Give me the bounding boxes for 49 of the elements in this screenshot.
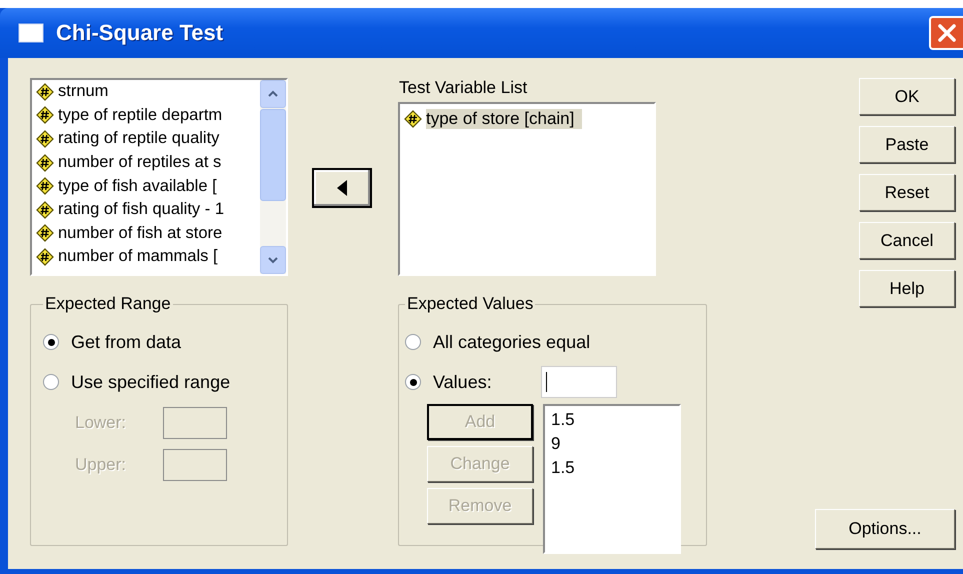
scale-variable-icon <box>36 82 54 101</box>
variable-item[interactable]: rating of fish quality - 1 <box>36 198 260 222</box>
group-title: Expected Values <box>406 294 534 314</box>
radio-button[interactable] <box>43 334 59 350</box>
value-item[interactable]: 1.5 <box>551 456 673 480</box>
variable-item[interactable]: number of mammals [ <box>36 245 260 269</box>
scrollbar[interactable] <box>260 80 286 274</box>
radio-label[interactable]: Use specified range <box>71 372 230 392</box>
radio-button[interactable] <box>405 334 421 350</box>
value-item[interactable]: 9 <box>551 432 673 456</box>
scale-variable-icon <box>36 248 54 266</box>
close-button[interactable] <box>929 16 963 50</box>
chevron-down-icon <box>267 256 279 264</box>
scale-variable-icon <box>36 130 54 148</box>
scale-variable-icon <box>36 106 54 124</box>
dialog-button[interactable]: Help <box>859 270 955 307</box>
radio-button[interactable] <box>43 374 59 390</box>
options-button[interactable]: Options... <box>815 509 955 549</box>
variable-item[interactable]: number of fish at store <box>36 222 260 246</box>
variable-item[interactable]: number of reptiles at s <box>36 150 260 174</box>
input-field[interactable] <box>541 366 617 398</box>
scale-variable-icon <box>36 224 54 242</box>
variable-item[interactable]: type of fish available [ <box>36 174 260 198</box>
scale-variable-icon <box>404 110 422 128</box>
window-icon <box>18 23 44 43</box>
dialog-button[interactable]: OK <box>859 78 955 115</box>
radio-label[interactable]: All categories equal <box>433 332 590 352</box>
scale-variable-icon <box>36 154 54 172</box>
window-title: Chi-Square Test <box>56 20 224 46</box>
field-label: Upper: <box>75 455 128 475</box>
radio-label[interactable]: Values: <box>433 372 541 392</box>
radio-label[interactable]: Get from data <box>71 332 182 352</box>
field-label: Lower: <box>75 413 128 433</box>
list-label: Test Variable List <box>398 78 528 99</box>
left-arrow-icon <box>335 178 349 198</box>
chevron-up-icon <box>267 90 279 98</box>
dialog-button[interactable]: Paste <box>859 126 955 163</box>
variable-item[interactable]: strnum <box>36 80 260 104</box>
close-icon <box>936 22 958 44</box>
dialog-button[interactable]: Reset <box>859 174 955 211</box>
group-title: Expected Range <box>44 294 172 314</box>
scale-variable-icon <box>36 200 54 219</box>
scale-variable-icon <box>36 177 54 196</box>
move-button[interactable] <box>312 168 372 208</box>
value-item[interactable]: 1.5 <box>551 408 673 432</box>
dialog-button[interactable]: Cancel <box>859 222 955 259</box>
variable-item[interactable]: type of reptile departm <box>36 104 260 128</box>
variable-item[interactable]: rating of reptile quality <box>36 127 260 151</box>
radio-button[interactable] <box>405 374 421 390</box>
